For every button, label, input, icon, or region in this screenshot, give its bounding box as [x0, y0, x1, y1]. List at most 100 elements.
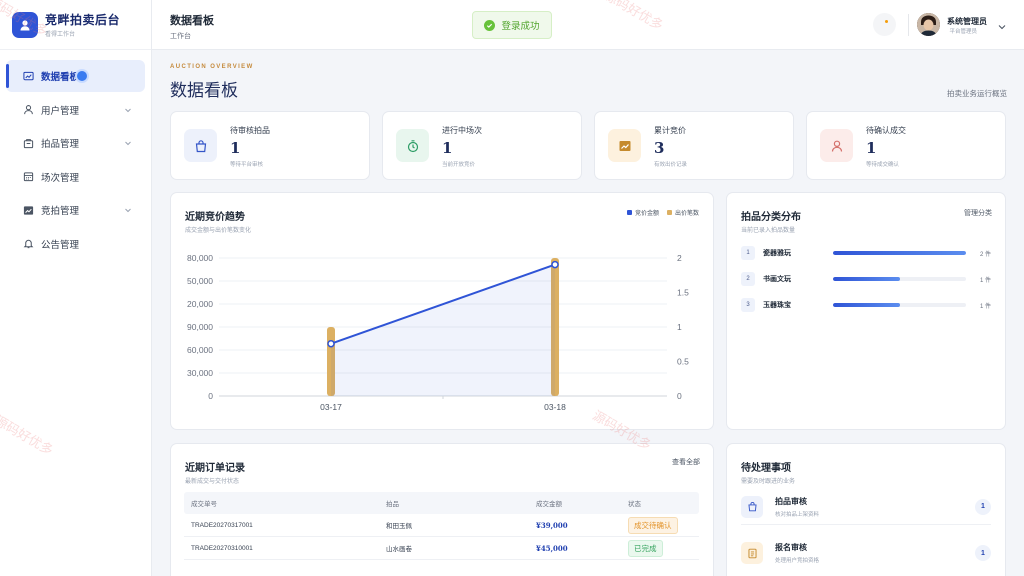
category-name: 瓷器雅玩: [763, 250, 791, 257]
bell-icon: [22, 238, 34, 250]
sidebar-item-dashboard[interactable]: 数据看板: [6, 60, 145, 92]
sidebar-item-users[interactable]: 用户管理: [6, 94, 145, 126]
sidebar-item-label: 拍品管理: [41, 139, 80, 150]
category-row[interactable]: 2 书画文玩 1 件: [741, 272, 991, 286]
kpi-label: 待审核拍品: [230, 126, 270, 135]
chevron-down-icon[interactable]: [997, 19, 1007, 30]
todo-item-title: 报名审核: [775, 543, 807, 552]
todo-subtitle: 需要及时跟进的业务: [741, 479, 796, 485]
category-rank: 1: [741, 246, 755, 260]
sidebar-item-label: 数据看板: [41, 72, 80, 83]
table-row[interactable]: TRADE20270317001 和田玉佩 ¥39,000 成交待确认: [184, 514, 699, 537]
chart-icon: [22, 70, 34, 82]
divider: [908, 14, 909, 36]
todo-title: 待处理事项: [741, 463, 791, 474]
category-row[interactable]: 3 玉器珠宝 1 件: [741, 298, 991, 312]
kpi-label: 累计竞价: [654, 126, 686, 135]
trend-chart: 80,000 50,000 20,000 90,000 60,000 30,000 0 2 1.…: [187, 253, 689, 412]
y-right-tick-label: 2: [677, 253, 682, 263]
table-row[interactable]: TRADE20270310001 山水画卷 ¥45,000 已完成: [184, 537, 699, 560]
column-header[interactable]: 成交单号: [191, 492, 217, 514]
kpi-value: 1: [230, 139, 241, 157]
sidebar-item-label: 竞拍管理: [41, 206, 80, 217]
view-all-link[interactable]: 查看全部: [672, 457, 700, 467]
order-id: TRADE20270317001: [191, 521, 253, 529]
sidebar-item-lots[interactable]: 拍品管理: [6, 127, 145, 159]
user-icon: [22, 104, 34, 116]
order-amount: ¥45,000: [536, 543, 568, 553]
kpi-label: 进行中场次: [442, 126, 482, 135]
order-amount: ¥39,000: [536, 520, 568, 530]
y-left-tick-label: 0: [208, 391, 213, 401]
kpi-subtext: 等待成交确认: [866, 162, 900, 168]
category-subtitle: 当前已录入拍品数量: [741, 228, 796, 234]
status-badge: 成交待确认: [628, 516, 678, 534]
kpi-subtext: 当前开放竞价: [442, 162, 476, 168]
column-header[interactable]: 成交金额: [536, 492, 562, 514]
x-tick-label: 03-18: [544, 402, 566, 412]
table-header: 成交单号 拍品 成交金额 状态: [184, 492, 699, 514]
overview-eyebrow: AUCTION OVERVIEW: [170, 64, 254, 70]
category-count: 1 件: [979, 303, 991, 310]
column-header[interactable]: 状态: [628, 492, 641, 514]
y-left-tick-label: 20,000: [187, 299, 213, 309]
category-rank: 3: [741, 298, 755, 312]
category-card: 拍品分类分布 当前已录入拍品数量 管理分类 1 瓷器雅玩 2 件 2 书画文玩 …: [726, 192, 1006, 430]
kpi-label: 待确认成交: [866, 126, 906, 135]
sidebar: 竞畔拍卖后台 看得工作台 数据看板 用户管理 拍品管理 场次管理 竞拍管理 公告…: [0, 0, 152, 576]
user-role: 平台管理员: [949, 29, 977, 35]
chevron-down-icon: [123, 205, 133, 215]
y-left-tick-label: 80,000: [187, 253, 213, 263]
todo-item-lot-review[interactable]: 拍品审核 核对拍品上架资料 1: [741, 489, 991, 525]
line-point: [327, 339, 335, 348]
kpi-card-pending-review[interactable]: 待审核拍品 1 等待平台审核: [170, 111, 370, 180]
y-right-tick-label: 1: [677, 322, 682, 332]
check-circle-icon: [484, 19, 496, 31]
column-header[interactable]: 拍品: [386, 492, 399, 514]
category-name: 书画文玩: [763, 276, 791, 283]
calendar-icon: [22, 171, 34, 183]
todo-item-subtitle: 处理用户竞拍资格: [775, 558, 820, 564]
y-right-tick-label: 0: [677, 391, 682, 401]
document-icon: [741, 542, 763, 564]
header-title: 数据看板: [170, 15, 214, 27]
trend-card: 近期竞价趋势 成交金额与出价笔数变化 竞价金额 出价笔数 80,000 50,00…: [170, 192, 714, 430]
kpi-card-total-bids[interactable]: 累计竞价 3 有效出价记录: [594, 111, 794, 180]
todo-count-badge: 1: [975, 545, 991, 561]
chevron-down-icon: [123, 138, 133, 148]
category-bar: [833, 251, 966, 255]
user-name[interactable]: 系统管理员: [947, 16, 987, 27]
success-toast: 登录成功: [472, 11, 552, 39]
brand-subtitle: 看得工作台: [45, 32, 76, 38]
breadcrumb[interactable]: 工作台: [170, 31, 191, 41]
y-right-tick-label: 0.5: [677, 357, 689, 367]
brand-title: 竞畔拍卖后台: [45, 13, 121, 27]
brand: 竞畔拍卖后台 看得工作台: [0, 0, 151, 50]
top-header: 数据看板 工作台 登录成功 系统管理员 平台管理员: [152, 0, 1024, 50]
sidebar-item-label: 公告管理: [41, 239, 80, 251]
toast-message: 登录成功: [501, 21, 540, 32]
category-bar-fill: [833, 303, 900, 307]
todo-card: 待处理事项 需要及时跟进的业务 拍品审核 核对拍品上架资料 1 报名审核 处理用…: [726, 443, 1006, 576]
page-title: 数据看板: [170, 81, 238, 101]
todo-item-registration-review[interactable]: 报名审核 处理用户竞拍资格 1: [741, 535, 991, 571]
box-icon: [22, 137, 34, 149]
overview-link[interactable]: 拍卖业务运行概览: [947, 88, 1007, 99]
kpi-subtext: 等待平台审核: [230, 162, 264, 168]
kpi-value: 1: [442, 139, 453, 157]
kpi-card-pending-deals[interactable]: 待确认成交 1 等待成交确认: [806, 111, 1006, 180]
sidebar-item-notices[interactable]: 公告管理: [6, 228, 145, 260]
category-row[interactable]: 1 瓷器雅玩 2 件: [741, 246, 991, 260]
kpi-card-active-sessions[interactable]: 进行中场次 1 当前开放竞价: [382, 111, 582, 180]
bag-icon: [741, 495, 763, 518]
notification-button[interactable]: [873, 13, 896, 36]
bag-icon: [184, 129, 217, 162]
notification-dot: [885, 20, 888, 23]
sidebar-item-sessions[interactable]: 场次管理: [6, 161, 145, 193]
sidebar-item-bidding[interactable]: 竞拍管理: [6, 194, 145, 226]
manage-categories-link[interactable]: 管理分类: [964, 208, 992, 218]
kpi-value: 3: [654, 139, 665, 157]
trend-icon: [22, 204, 34, 216]
avatar[interactable]: [917, 13, 940, 36]
category-rank: 2: [741, 272, 755, 286]
